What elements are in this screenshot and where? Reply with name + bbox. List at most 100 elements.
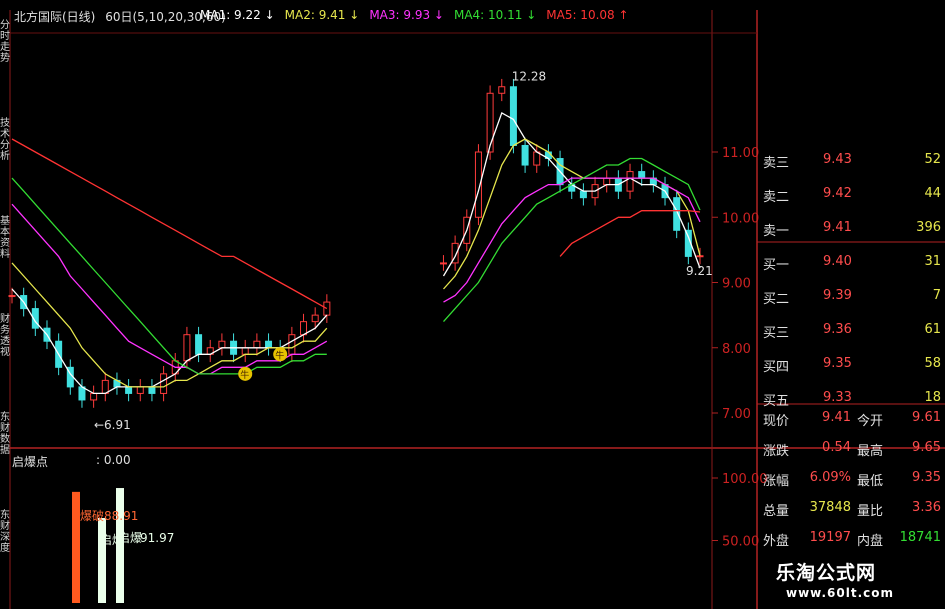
ask-row: 卖二 9.42 44 <box>757 184 945 208</box>
stat-label: 涨跌 <box>763 444 790 459</box>
quote-price: 9.40 <box>823 254 852 269</box>
quote-price: 9.33 <box>823 390 852 405</box>
side-tab[interactable]: 分时走势 <box>0 20 10 64</box>
stats-row: 外盘 19197 内盘 18741 <box>757 528 945 552</box>
candle-body <box>125 386 133 394</box>
quote-level-label: 买二 <box>763 292 790 307</box>
stat-value: 18741 <box>899 530 941 545</box>
indicator-bar <box>72 491 80 603</box>
stat-value: 6.09% <box>809 470 851 485</box>
candle-body <box>509 86 517 146</box>
bull-marker-text: 牛 <box>275 349 284 361</box>
ma-legend-item: MA1: 9.22 ↓ <box>200 8 275 22</box>
stat-label: 涨幅 <box>763 474 790 489</box>
candle-body <box>253 340 261 349</box>
candle-body <box>626 171 634 192</box>
price-tick-label: 7.00 <box>722 407 751 422</box>
indicator-bar <box>98 518 106 603</box>
ma-line-ma2 <box>11 138 701 388</box>
stat-label: 内盘 <box>857 534 884 549</box>
ma-line-ma1 <box>11 111 701 395</box>
ma-legend: MA1: 9.22 ↓ MA2: 9.41 ↓ MA3: 9.93 ↓ MA4: 10… <box>200 8 639 22</box>
bid-row: 买四 9.35 58 <box>757 354 945 378</box>
bid-row: 买二 9.39 7 <box>757 286 945 310</box>
indicator-name: 启爆点 <box>12 455 49 469</box>
stat-label: 最低 <box>857 474 884 489</box>
chart-header: 北方国际(日线) 60日(5,10,20,30,60) <box>14 8 226 25</box>
low-price-label: ←6.91 <box>94 418 131 432</box>
quote-price: 9.39 <box>823 288 852 303</box>
quote-level-label: 买五 <box>763 394 790 409</box>
side-tab[interactable]: 基本资料 <box>0 216 10 260</box>
quote-panel: 卖三 9.43 52 卖二 9.42 44 卖一 9.41 396 买一 9.40 31 买二 9.39 7… <box>757 142 945 550</box>
candle-body <box>579 190 587 199</box>
candle-body <box>439 262 447 265</box>
candle-body <box>603 177 611 186</box>
stat-value: 3.36 <box>912 500 941 515</box>
candle-body <box>90 392 98 401</box>
ma-line-ma5 <box>11 138 701 310</box>
candle-body <box>486 92 494 153</box>
bull-marker-text: 牛 <box>240 369 249 381</box>
stats-row: 总量 37848 量比 3.36 <box>757 498 945 522</box>
stat-value: 9.41 <box>822 410 851 425</box>
candle-body <box>195 334 203 355</box>
quote-price: 9.43 <box>823 152 852 167</box>
indicator-value: : 0.00 <box>96 453 131 467</box>
indicator-plot: 100.0050.00爆破88.91启爆启爆91.97 <box>72 472 768 603</box>
candle-body <box>183 334 191 362</box>
candle-body <box>265 340 273 349</box>
quote-level-label: 卖二 <box>763 190 790 205</box>
candle-body <box>136 386 144 394</box>
stat-value: 37848 <box>809 500 851 515</box>
stat-value: 19197 <box>809 530 851 545</box>
bid-row: 买三 9.36 61 <box>757 320 945 344</box>
candle-body <box>101 379 109 394</box>
stat-label: 外盘 <box>763 534 790 549</box>
stats-row: 涨跌 0.54 最高 9.65 <box>757 438 945 462</box>
quote-level-label: 买一 <box>763 258 790 273</box>
stats-row: 涨幅 6.09% 最低 9.35 <box>757 468 945 492</box>
last-price-label: 9.21 <box>686 264 713 278</box>
watermark-url: www.60lt.com <box>786 586 895 600</box>
quote-volume: 61 <box>924 322 941 337</box>
price-tick-label: 11.00 <box>722 146 759 161</box>
quote-volume: 44 <box>924 186 941 201</box>
candle-body <box>533 151 541 166</box>
stat-value: 9.61 <box>912 410 941 425</box>
stat-value: 9.65 <box>912 440 941 455</box>
quote-level-label: 卖三 <box>763 156 790 171</box>
price-tick-label: 10.00 <box>722 211 759 226</box>
ma-legend-item: MA5: 10.08 ↑ <box>546 8 629 22</box>
side-tab[interactable]: 技术分析 <box>0 118 10 162</box>
price-tick-label: 9.00 <box>722 277 751 292</box>
candle-body <box>696 255 704 258</box>
quote-volume: 58 <box>924 356 941 371</box>
candle-body <box>323 301 331 316</box>
ask-row: 卖三 9.43 52 <box>757 150 945 174</box>
indicator-tick-label: 50.00 <box>722 535 759 550</box>
candle-body <box>288 334 296 355</box>
quote-level-label: 买三 <box>763 326 790 341</box>
ma-line-ma3 <box>11 177 701 375</box>
ma-legend-item: MA3: 9.93 ↓ <box>369 8 444 22</box>
quote-volume: 52 <box>924 152 941 167</box>
stats-row: 现价 9.41 今开 9.61 <box>757 408 945 432</box>
quote-volume: 31 <box>924 254 941 269</box>
indicator-label: 91.97 <box>140 531 174 545</box>
candle-body <box>8 295 16 298</box>
side-tab[interactable]: 东财数据 <box>0 412 10 456</box>
candle-body <box>78 386 86 401</box>
candle-body <box>218 340 226 349</box>
high-price-label: 12.28 <box>512 69 546 83</box>
candle-body <box>638 171 646 179</box>
quote-level-label: 买四 <box>763 360 790 375</box>
watermark-title: 乐淘公式网 <box>776 562 877 584</box>
side-tab[interactable]: 东财深度 <box>0 510 10 554</box>
stat-label: 量比 <box>857 504 884 519</box>
side-tab[interactable]: 财务透视 <box>0 314 10 358</box>
ma-legend-item: MA2: 9.41 ↓ <box>284 8 360 22</box>
price-tick-label: 8.00 <box>722 342 751 357</box>
stat-label: 总量 <box>763 504 790 519</box>
quote-price: 9.41 <box>823 220 852 235</box>
